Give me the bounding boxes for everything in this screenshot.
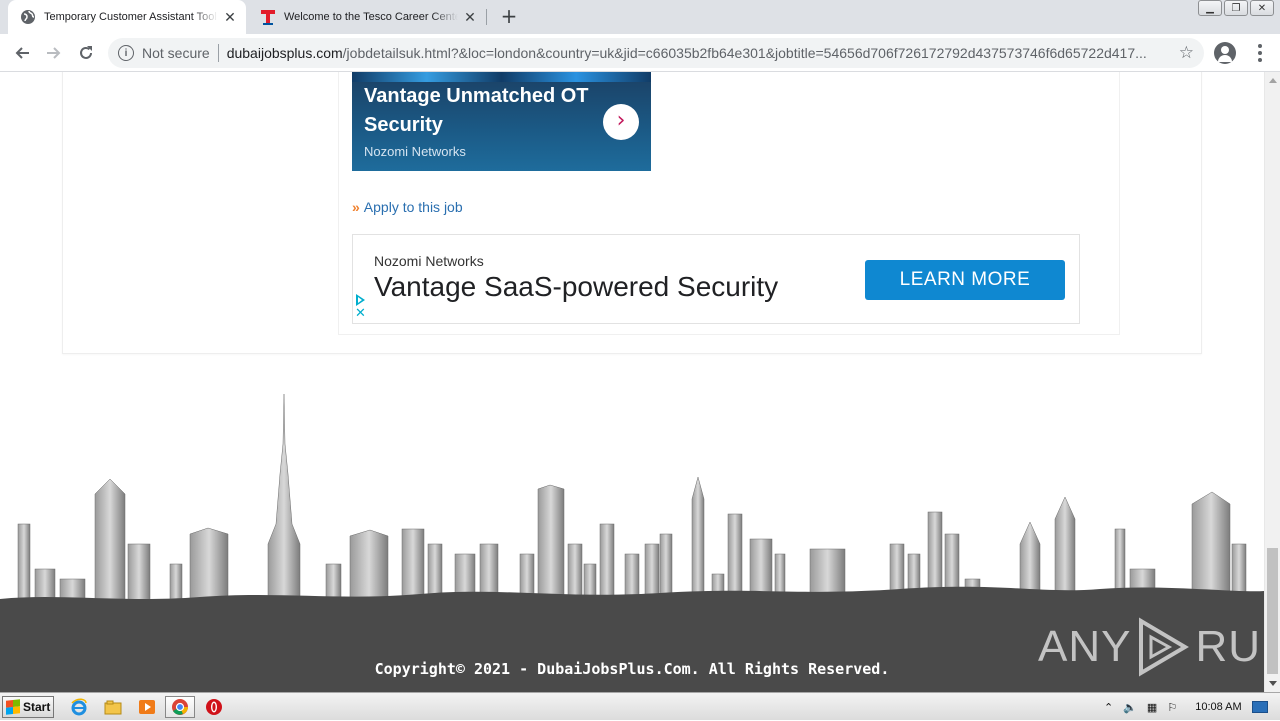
show-hidden-icons-icon[interactable]: ⌃: [1104, 701, 1113, 714]
display-ad[interactable]: Vantage Unmatched OT Security Nozomi Net…: [352, 72, 651, 171]
apply-to-job-link[interactable]: » Apply to this job: [352, 199, 463, 215]
address-bar[interactable]: i Not secure dubaijobsplus.com/jobdetail…: [108, 38, 1204, 68]
windows-logo-icon: [6, 699, 20, 715]
scroll-thumb[interactable]: [1267, 548, 1278, 674]
security-label: Not secure: [142, 45, 210, 61]
page-viewport: Vantage Unmatched OT Security Nozomi Net…: [0, 72, 1264, 692]
globe-icon: [20, 9, 36, 25]
minimize-button[interactable]: ▁: [1198, 0, 1222, 16]
scroll-up-arrow-icon[interactable]: [1269, 78, 1277, 83]
apply-label: Apply to this job: [363, 199, 463, 215]
forward-arrow-icon[interactable]: [42, 41, 66, 65]
url-host: dubaijobsplus.com: [226, 45, 343, 61]
tesco-logo-icon: [260, 9, 276, 25]
url-text[interactable]: dubaijobsplus.com/jobdetailsuk.html?&loc…: [227, 45, 1167, 61]
tab-strip: Temporary Customer Assistant Tool ✕ Welc…: [0, 0, 1280, 34]
tab-title: Temporary Customer Assistant Tool: [44, 11, 217, 23]
url-path: /jobdetailsuk.html?&loc=london&country=u…: [342, 45, 1147, 61]
chrome-taskbar-icon[interactable]: [165, 696, 195, 718]
browser-toolbar: i Not secure dubaijobsplus.com/jobdetail…: [0, 34, 1280, 72]
tab-title: Welcome to the Tesco Career Cente: [284, 11, 458, 23]
system-tray: ⌃ 🔈 ▦ ⚐ 10:08 AM: [1104, 693, 1268, 721]
window-controls: ▁ ❐ ✕: [1198, 0, 1274, 16]
reload-icon[interactable]: [74, 41, 98, 65]
back-arrow-icon[interactable]: [10, 41, 34, 65]
tab-separator: [486, 9, 487, 25]
adchoices-icon[interactable]: [356, 294, 365, 306]
bookmark-star-icon[interactable]: ☆: [1179, 43, 1194, 63]
restore-button[interactable]: ❐: [1224, 0, 1248, 16]
play-logo-icon: [1139, 617, 1190, 677]
clock[interactable]: 10:08 AM: [1195, 701, 1241, 713]
ad-brand: Nozomi Networks: [364, 144, 466, 159]
learn-more-button[interactable]: LEARN MORE: [865, 260, 1065, 300]
close-tab-icon[interactable]: ✕: [462, 9, 478, 25]
profile-avatar-icon[interactable]: [1214, 42, 1236, 64]
start-button[interactable]: Start: [2, 696, 54, 718]
show-desktop-button[interactable]: [1251, 701, 1268, 713]
network-icon[interactable]: ▦: [1147, 701, 1157, 714]
file-explorer-icon[interactable]: [104, 698, 122, 716]
double-chevron-icon: »: [352, 199, 360, 215]
scroll-down-arrow-icon[interactable]: [1269, 681, 1277, 686]
vertical-scrollbar[interactable]: [1264, 72, 1280, 692]
ad-headline: Vantage Unmatched OT Security: [364, 85, 589, 136]
action-center-flag-icon[interactable]: ⚐: [1167, 701, 1177, 714]
tab-temporary-customer-assistant[interactable]: Temporary Customer Assistant Tool ✕: [8, 0, 246, 34]
media-player-icon[interactable]: [138, 698, 156, 716]
internet-explorer-icon[interactable]: [70, 698, 88, 716]
banner-ad[interactable]: Nozomi Networks Vantage SaaS-powered Sec…: [352, 234, 1080, 324]
divider: [217, 44, 219, 62]
info-icon[interactable]: i: [118, 45, 134, 61]
city-skyline-image: [0, 394, 1264, 614]
taskbar: Start ⌃ 🔈 ▦ ⚐ 10:08 AM: [0, 692, 1280, 720]
ad-advertiser: Nozomi Networks: [374, 253, 484, 269]
chevron-right-icon[interactable]: ›: [603, 104, 639, 140]
opera-icon[interactable]: [205, 698, 223, 716]
ad-headline: Vantage SaaS-powered Security: [374, 271, 779, 302]
tab-tesco-career-center[interactable]: Welcome to the Tesco Career Cente ✕: [248, 0, 486, 34]
ad-close-icon[interactable]: ✕: [355, 307, 366, 320]
start-label: Start: [23, 700, 51, 714]
close-tab-icon[interactable]: ✕: [222, 9, 238, 25]
anyrun-watermark: ANY RUN: [1038, 617, 1264, 677]
watermark-left: ANY: [1038, 622, 1132, 671]
kebab-menu-icon[interactable]: [1252, 42, 1268, 64]
close-window-button[interactable]: ✕: [1250, 0, 1274, 16]
watermark-right: RUN: [1195, 622, 1264, 671]
volume-icon[interactable]: 🔈: [1123, 701, 1137, 714]
ad-graphic: [352, 72, 651, 82]
new-tab-button[interactable]: +: [498, 5, 520, 27]
